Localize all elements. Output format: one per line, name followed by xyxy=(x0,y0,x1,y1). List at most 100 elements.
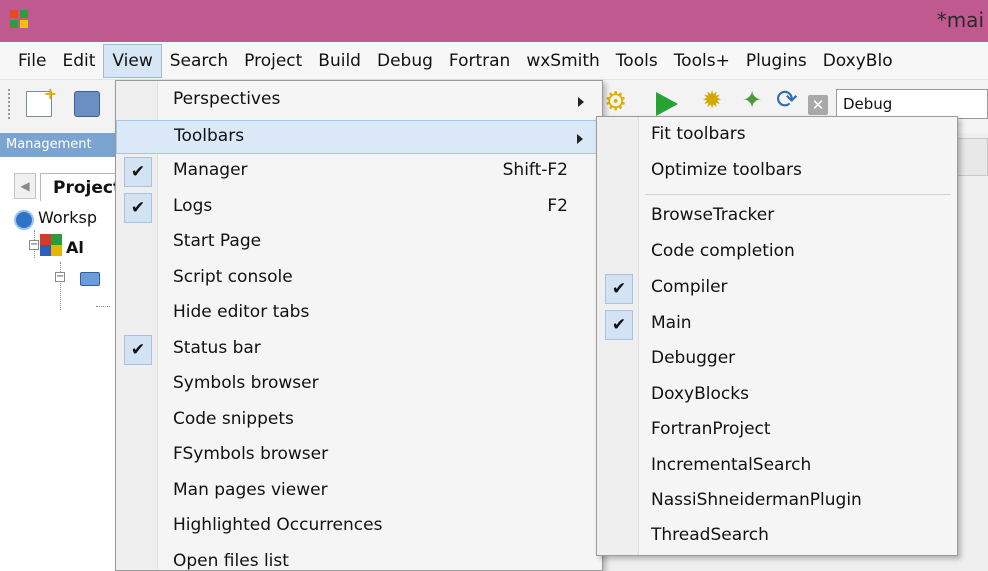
menu-item-label: Fit toolbars xyxy=(651,124,746,144)
menu-item-label: Perspectives xyxy=(173,89,281,109)
toolbar-toggle-browsetracker[interactable]: BrowseTracker xyxy=(597,200,957,234)
toolbar-toggle-main[interactable]: ✔ Main xyxy=(597,308,957,342)
new-file-icon[interactable] xyxy=(26,84,57,117)
view-menu-item-logs[interactable]: ✔ Logs F2 xyxy=(116,191,602,225)
view-menu-item-manager[interactable]: ✔ Manager Shift-F2 xyxy=(116,155,602,189)
tree-expand-toggle[interactable]: − xyxy=(29,240,39,250)
tree-connector xyxy=(60,262,61,310)
menu-item-shortcut: Shift-F2 xyxy=(502,160,568,180)
toolbar-toggle-threadsearch[interactable]: ThreadSearch xyxy=(597,520,957,554)
window-title: *mai xyxy=(936,8,984,32)
menu-item-label: Status bar xyxy=(173,337,261,358)
menu-item-shortcut: F2 xyxy=(547,195,568,216)
title-bar: *mai xyxy=(0,0,988,42)
menu-view[interactable]: View xyxy=(103,43,162,78)
toolbar-toggle-fortranproject[interactable]: FortranProject xyxy=(597,414,957,448)
menu-fortran[interactable]: Fortran xyxy=(441,44,518,78)
checkmark-icon: ✔ xyxy=(124,334,152,365)
menu-item-label: Logs xyxy=(173,195,213,216)
menu-wxsmith[interactable]: wxSmith xyxy=(518,44,607,78)
menu-item-label: Main xyxy=(651,313,692,333)
codeblocks-window: *mai File Edit View Search Project Build Debug… xyxy=(0,0,988,571)
menu-item-label: Code snippets xyxy=(173,408,294,429)
toolbar-toggle-compiler[interactable]: ✔ Compiler xyxy=(597,272,957,306)
refresh-icon[interactable]: ⟳ xyxy=(776,87,802,113)
checkmark-icon: ✔ xyxy=(605,310,633,340)
build-gear-icon[interactable]: ⚙ xyxy=(604,89,630,115)
checkmark-icon: ✔ xyxy=(124,157,152,187)
management-panel-header: Management xyxy=(0,133,130,157)
menu-item-label: Man pages viewer xyxy=(173,479,328,500)
folder-icon xyxy=(80,272,100,286)
view-menu-item-perspectives[interactable]: Perspectives xyxy=(116,84,602,118)
menu-bar: File Edit View Search Project Build Debug Fortr… xyxy=(0,42,988,80)
toolbar-toggle-debugger[interactable]: Debugger xyxy=(597,343,957,377)
menu-plugins[interactable]: Plugins xyxy=(738,44,815,78)
rebuild-icon[interactable]: ✦ xyxy=(742,87,768,113)
toolbar-toggle-fit-toolbars[interactable]: Fit toolbars xyxy=(597,119,957,153)
menu-project[interactable]: Project xyxy=(236,44,310,78)
menu-tools[interactable]: Tools+ xyxy=(666,44,738,78)
menu-item-label: Manager xyxy=(173,160,248,180)
run-icon[interactable] xyxy=(656,92,678,116)
menu-item-label: Open files list xyxy=(173,550,289,571)
view-menu-item-status-bar[interactable]: ✔ Status bar xyxy=(116,333,602,367)
submenu-arrow-icon xyxy=(577,133,583,144)
toolbar-toggle-incrementalsearch[interactable]: IncrementalSearch xyxy=(597,450,957,484)
menu-item-label: NassiShneidermanPlugin xyxy=(651,490,862,510)
abort-icon[interactable]: ✕ xyxy=(808,95,828,115)
menu-item-label: Symbols browser xyxy=(173,373,319,393)
view-menu-dropdown: Perspectives Toolbars ✔ Manager Shift-F2 ✔ Log… xyxy=(115,80,603,571)
menu-item-label: FSymbols browser xyxy=(173,444,329,464)
menu-item-label: Script console xyxy=(173,266,293,287)
workspace-tree-item[interactable]: Worksp xyxy=(38,208,97,230)
tab-scroll-left-icon[interactable]: ◀ xyxy=(14,173,36,199)
checkmark-icon: ✔ xyxy=(605,274,633,304)
menu-item-label: IncrementalSearch xyxy=(651,455,812,475)
submenu-arrow-icon xyxy=(578,97,584,107)
toolbar-toggle-nassishneidermanplugin[interactable]: NassiShneidermanPlugin xyxy=(597,485,957,519)
toolbar-toggle-code-completion[interactable]: Code completion xyxy=(597,236,957,270)
menu-tools[interactable]: Tools xyxy=(608,44,666,78)
view-menu-item-man-pages-viewer[interactable]: Man pages viewer xyxy=(116,475,602,509)
menu-item-label: Start Page xyxy=(173,231,262,251)
menu-item-label: Toolbars xyxy=(174,125,245,146)
menu-doxyblo[interactable]: DoxyBlo xyxy=(815,44,901,78)
view-menu-item-open-files-list[interactable]: Open files list xyxy=(116,546,602,571)
view-menu-item-hide-editor-tabs[interactable]: Hide editor tabs xyxy=(116,297,602,331)
view-menu-item-highlighted-occurrences[interactable]: Highlighted Occurrences xyxy=(116,510,602,544)
toolbar-toggle-optimize-toolbars[interactable]: Optimize toolbars xyxy=(597,155,957,189)
open-file-icon[interactable] xyxy=(74,91,100,117)
tree-expand-toggle[interactable]: − xyxy=(55,272,65,282)
menu-item-label: FortranProject xyxy=(651,419,771,439)
menu-item-label: Hide editor tabs xyxy=(173,302,310,322)
view-menu-item-symbols-browser[interactable]: Symbols browser xyxy=(116,368,602,402)
menu-file[interactable]: File xyxy=(10,44,54,78)
menu-build[interactable]: Build xyxy=(310,44,369,78)
view-menu-item-fsymbols-browser[interactable]: FSymbols browser xyxy=(116,439,602,473)
menu-item-label: ThreadSearch xyxy=(651,525,769,545)
toolbar-toggle-doxyblocks[interactable]: DoxyBlocks xyxy=(597,379,957,413)
workspace-icon xyxy=(14,210,34,230)
view-menu-item-code-snippets[interactable]: Code snippets xyxy=(116,404,602,438)
build-target-select[interactable]: Debug xyxy=(836,89,988,119)
project-icon xyxy=(40,234,62,256)
project-tree-item[interactable]: Al xyxy=(66,238,84,260)
menu-separator xyxy=(645,194,951,195)
menu-item-label: BrowseTracker xyxy=(651,205,775,225)
view-menu-item-script-console[interactable]: Script console xyxy=(116,262,602,296)
menu-debug[interactable]: Debug xyxy=(369,44,441,78)
build-and-run-icon[interactable]: ✹ xyxy=(702,87,728,113)
menu-item-label: Optimize toolbars xyxy=(651,160,802,180)
menu-item-label: Debugger xyxy=(651,348,736,368)
view-menu-item-start-page[interactable]: Start Page xyxy=(116,226,602,260)
view-menu-item-toolbars[interactable]: Toolbars xyxy=(116,119,602,154)
checkmark-icon: ✔ xyxy=(124,192,152,223)
menu-item-label: Code completion xyxy=(651,241,795,261)
menu-search[interactable]: Search xyxy=(162,44,236,78)
app-logo-icon xyxy=(10,10,28,28)
menu-item-label: Compiler xyxy=(651,277,728,297)
toolbar-grip[interactable] xyxy=(8,89,12,119)
menu-edit[interactable]: Edit xyxy=(54,44,103,78)
toolbars-submenu: Fit toolbars Optimize toolbars BrowseTrack… xyxy=(596,116,958,556)
